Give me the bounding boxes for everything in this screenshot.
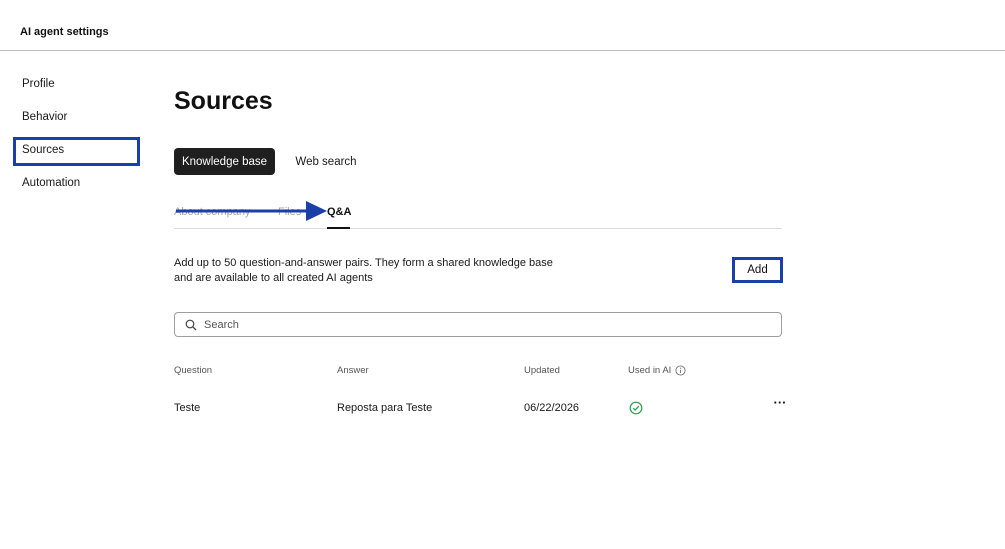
tab-knowledge-base[interactable]: Knowledge base	[174, 148, 275, 175]
cell-question: Teste	[174, 402, 201, 414]
description-line-2: and are available to all created AI agen…	[174, 272, 373, 284]
sidebar: Profile Behavior Sources Automation	[0, 51, 150, 549]
sources-highlight-box	[13, 137, 140, 166]
column-header-answer: Answer	[337, 365, 369, 376]
column-header-question: Question	[174, 365, 213, 376]
sidebar-item-profile[interactable]: Profile	[22, 78, 55, 90]
search-input[interactable]	[204, 318, 764, 331]
active-subtab-indicator	[327, 227, 350, 229]
table-row[interactable]: Teste Reposta para Teste 06/22/2026 ···	[174, 395, 794, 423]
column-header-used-in-ai-label: Used in AI	[628, 365, 672, 376]
search-icon	[185, 318, 199, 332]
app-header: AI agent settings	[0, 0, 1005, 51]
app-title: AI agent settings	[20, 26, 109, 38]
description-line-1: Add up to 50 question-and-answer pairs. …	[174, 257, 553, 269]
cell-answer: Reposta para Teste	[337, 402, 433, 414]
add-button[interactable]: Add	[732, 257, 783, 283]
page-title: Sources	[174, 87, 273, 115]
column-header-updated: Updated	[524, 365, 560, 376]
subtab-qa[interactable]: Q&A	[327, 206, 351, 218]
info-icon[interactable]	[675, 365, 686, 376]
cell-updated: 06/22/2026	[524, 402, 580, 414]
more-icon[interactable]: ···	[773, 396, 787, 412]
sidebar-item-behavior[interactable]: Behavior	[22, 111, 67, 123]
check-circle-icon	[629, 401, 643, 415]
column-header-used-in-ai: Used in AI	[628, 365, 686, 376]
sidebar-item-automation[interactable]: Automation	[22, 177, 80, 189]
search-box[interactable]	[174, 312, 782, 337]
arrow-icon	[176, 201, 327, 221]
description: Add up to 50 question-and-answer pairs. …	[174, 256, 594, 286]
tab-web-search[interactable]: Web search	[286, 148, 366, 175]
